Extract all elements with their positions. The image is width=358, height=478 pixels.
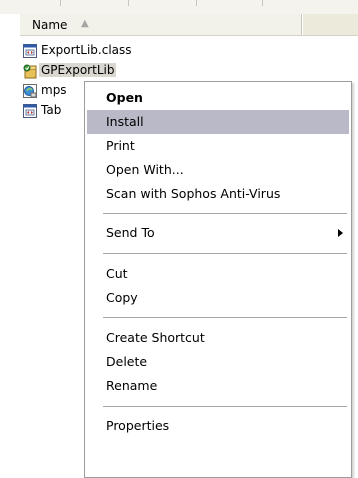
menu-item-label: Send To <box>106 225 155 240</box>
script-file-icon <box>23 84 37 98</box>
file-name: Tab <box>41 103 62 117</box>
menu-item-cut[interactable]: Cut <box>87 262 349 286</box>
column-header-bar: Name ▲ <box>20 14 358 36</box>
menu-item-label: Delete <box>106 354 148 369</box>
name-column-label: Name <box>32 18 68 32</box>
next-column-header[interactable] <box>302 14 358 35</box>
file-name: GPExportLib <box>39 63 117 77</box>
menu-item-send-to[interactable]: Send To <box>87 221 349 245</box>
menu-item-create-shortcut[interactable]: Create Shortcut <box>87 326 349 350</box>
name-column-header[interactable]: Name ▲ <box>20 14 302 35</box>
installer-file-icon <box>23 64 37 79</box>
menu-item-label: Install <box>106 114 144 129</box>
menu-separator <box>103 406 347 407</box>
menu-item-rename[interactable]: Rename <box>87 374 349 398</box>
menu-separator <box>103 253 347 254</box>
column-header-strip-top <box>0 0 358 14</box>
menu-item-print[interactable]: Print <box>87 134 349 158</box>
menu-separator <box>103 213 347 214</box>
menu-item-label: Properties <box>106 418 170 433</box>
menu-item-properties[interactable]: Properties <box>87 414 349 438</box>
class-file-icon <box>23 104 37 118</box>
menu-item-label: Open With... <box>106 162 184 177</box>
context-menu: Open Install Print Open With... Scan wit… <box>84 81 352 478</box>
menu-item-label: Cut <box>106 266 128 281</box>
menu-item-open-with[interactable]: Open With... <box>87 158 349 182</box>
file-name: ExportLib.class <box>41 43 132 57</box>
menu-item-label: Scan with Sophos Anti-Virus <box>106 186 281 201</box>
menu-item-install[interactable]: Install <box>87 110 349 134</box>
file-name: mps <box>41 83 67 97</box>
menu-item-label: Rename <box>106 378 158 393</box>
menu-item-delete[interactable]: Delete <box>87 350 349 374</box>
submenu-arrow-icon <box>338 229 343 237</box>
menu-item-copy[interactable]: Copy <box>87 286 349 310</box>
left-gutter <box>0 14 20 478</box>
menu-item-label: Create Shortcut <box>106 330 205 345</box>
menu-item-label: Print <box>106 138 135 153</box>
class-file-icon <box>23 44 37 58</box>
menu-item-label: Open <box>106 90 143 105</box>
menu-item-scan-sophos[interactable]: Scan with Sophos Anti-Virus <box>87 182 349 206</box>
menu-item-label: Copy <box>106 290 138 305</box>
menu-separator <box>103 317 347 318</box>
menu-item-open[interactable]: Open <box>87 86 349 110</box>
sort-ascending-icon: ▲ <box>81 18 89 29</box>
